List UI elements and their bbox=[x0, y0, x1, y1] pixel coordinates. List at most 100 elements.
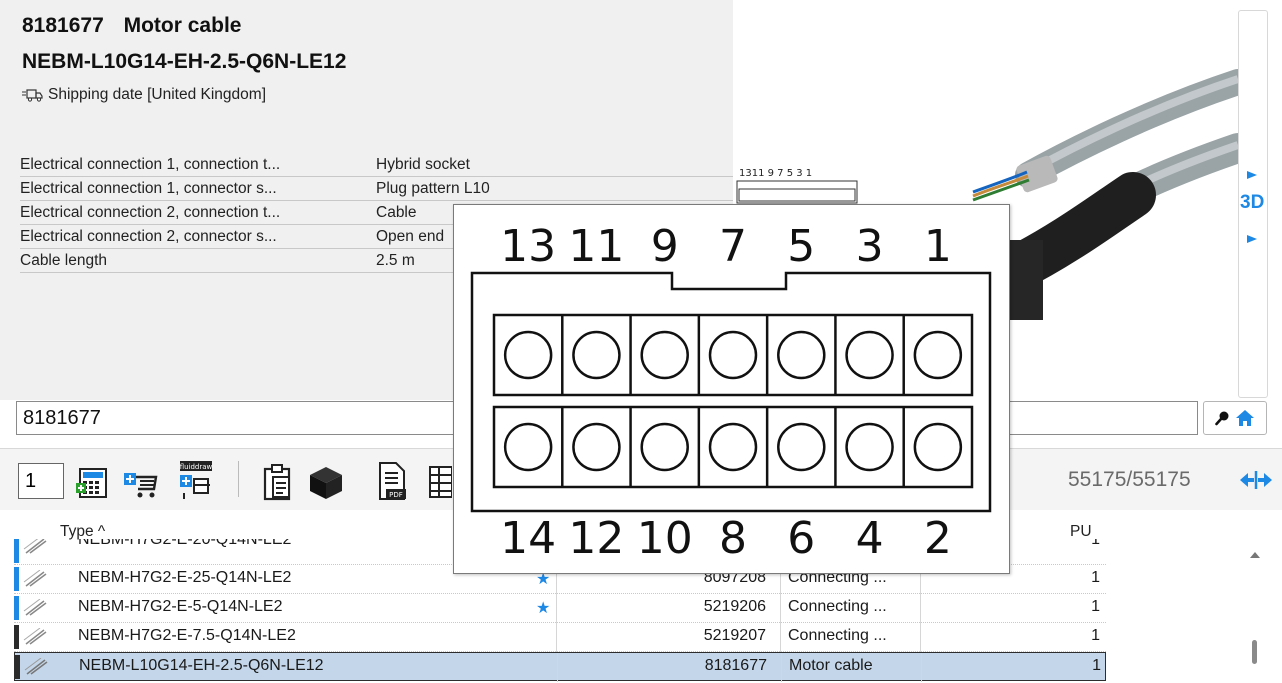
pin-number-label: 14 bbox=[500, 513, 556, 564]
add-to-cart-button[interactable] bbox=[122, 459, 162, 501]
pin-contact bbox=[503, 422, 553, 472]
scrollbar-thumb[interactable] bbox=[1252, 640, 1257, 664]
cad-model-button[interactable] bbox=[306, 459, 346, 501]
pdf-label: PDF bbox=[389, 491, 403, 499]
pdf-document-icon: PDF bbox=[379, 462, 406, 500]
toolbar-separator bbox=[238, 461, 239, 497]
table-view-button[interactable] bbox=[426, 459, 452, 501]
connector-pinout-popup: 13 11 9 7 5 3 1 14 12 10 8 6 4 2 bbox=[453, 204, 1010, 574]
property-key: Cable length bbox=[20, 251, 108, 269]
pin-contact bbox=[913, 422, 963, 472]
column-divider bbox=[780, 594, 781, 623]
row-pu: 1 bbox=[1091, 598, 1100, 615]
mini-pins-label: 1311 9 7 5 3 1 bbox=[739, 168, 812, 179]
table-row-selected[interactable]: NEBM-L10G14-EH-2.5-Q6N-LE12 8181677 Moto… bbox=[14, 652, 1106, 682]
property-value: Open end bbox=[376, 227, 445, 245]
row-part-number: 5219207 bbox=[703, 627, 766, 644]
property-key: Electrical connection 2, connection t... bbox=[20, 203, 281, 221]
property-value: 2.5 m bbox=[376, 251, 415, 269]
cable-icon bbox=[24, 658, 48, 675]
row-type: NEBM-H7G2-E-5-Q14N-LE2 bbox=[78, 598, 283, 615]
pin-contact bbox=[845, 330, 894, 380]
datasheet-button[interactable] bbox=[258, 459, 298, 501]
table-scrollbar[interactable] bbox=[1242, 540, 1268, 678]
clipboard-icon bbox=[263, 464, 291, 501]
pin-number-label: 3 bbox=[856, 221, 884, 272]
property-key: Electrical connection 1, connection t... bbox=[20, 155, 281, 173]
product-name: Motor cable bbox=[123, 14, 242, 37]
search-icon bbox=[1215, 411, 1229, 426]
row-description: Connecting ... bbox=[788, 598, 887, 615]
column-divider bbox=[921, 653, 922, 682]
row-type: NEBM-H7G2-E-20-Q14N-LE2 bbox=[78, 539, 292, 548]
quantity-input[interactable] bbox=[18, 463, 64, 499]
row-type: NEBM-L10G14-EH-2.5-Q6N-LE12 bbox=[79, 657, 324, 674]
truck-icon bbox=[22, 88, 44, 102]
property-key: Electrical connection 2, connector s... bbox=[20, 227, 277, 245]
table-row[interactable]: NEBM-H7G2-E-7.5-Q14N-LE2 5219207 Connect… bbox=[14, 623, 1106, 652]
cable-icon bbox=[23, 599, 47, 616]
add-to-list-button[interactable] bbox=[72, 459, 112, 501]
pin-number-label: 1 bbox=[924, 221, 952, 272]
property-row: Electrical connection 1, connection t...… bbox=[20, 153, 733, 177]
mini-pinout-diagram: 1311 9 7 5 3 1 bbox=[735, 165, 859, 205]
row-pu: 1 bbox=[1091, 569, 1100, 586]
expand-width-icon[interactable] bbox=[1236, 469, 1276, 491]
row-status-bar bbox=[14, 539, 19, 563]
property-key: Electrical connection 1, connector s... bbox=[20, 179, 277, 197]
calculator-icon bbox=[76, 468, 107, 498]
column-divider bbox=[920, 623, 921, 652]
row-description: Connecting ... bbox=[788, 627, 887, 644]
column-divider bbox=[780, 623, 781, 652]
pin-contact bbox=[503, 330, 553, 380]
row-pu: 1 bbox=[1092, 657, 1101, 674]
pin-contact bbox=[777, 422, 826, 472]
table-row[interactable]: NEBM-H7G2-E-5-Q14N-LE2 ★ 5219206 Connect… bbox=[14, 594, 1106, 623]
row-status-bar bbox=[14, 567, 19, 591]
home-icon bbox=[1236, 410, 1254, 426]
fluiddraw-label: fluiddraw bbox=[180, 463, 213, 471]
pin-contact bbox=[845, 422, 894, 472]
pin-number-label: 9 bbox=[651, 221, 679, 272]
favorite-star-icon[interactable]: ★ bbox=[536, 598, 550, 618]
property-value: Hybrid socket bbox=[376, 155, 470, 173]
fluiddraw-button[interactable]: fluiddraw bbox=[176, 459, 216, 501]
scroll-up-arrow-icon[interactable] bbox=[1250, 552, 1260, 558]
cart-add-icon bbox=[124, 473, 158, 498]
pin-number-label: 8 bbox=[719, 513, 747, 564]
row-status-bar bbox=[14, 625, 19, 649]
column-divider bbox=[781, 653, 782, 682]
pin-number-label: 10 bbox=[637, 513, 693, 564]
pin-number-label: 12 bbox=[568, 513, 624, 564]
pdf-button[interactable]: PDF bbox=[372, 459, 412, 501]
pin-number-label: 11 bbox=[568, 221, 624, 272]
row-type: NEBM-H7G2-E-25-Q14N-LE2 bbox=[78, 569, 292, 586]
property-value: Plug pattern L10 bbox=[376, 179, 490, 197]
next-image-arrow-icon[interactable] bbox=[1247, 171, 1257, 179]
product-title: 8181677 Motor cable bbox=[22, 14, 241, 38]
property-value: Cable bbox=[376, 203, 417, 221]
table-icon bbox=[429, 466, 452, 498]
search-button[interactable] bbox=[1203, 401, 1267, 435]
row-description: Motor cable bbox=[789, 657, 873, 674]
pin-number-label: 7 bbox=[719, 221, 747, 272]
property-row: Electrical connection 1, connector s... … bbox=[20, 177, 733, 201]
row-pu: 1 bbox=[1091, 627, 1100, 644]
view-3d-button[interactable]: 3D bbox=[1240, 192, 1264, 214]
pin-contact bbox=[572, 330, 621, 380]
row-part-number: 5219206 bbox=[703, 598, 766, 615]
pin-contact bbox=[640, 330, 689, 380]
column-divider bbox=[920, 594, 921, 623]
shipping-date-text: Shipping date [United Kingdom] bbox=[48, 86, 267, 103]
pin-contact bbox=[640, 422, 689, 472]
row-part-number: 8181677 bbox=[704, 657, 767, 674]
pin-number-label: 2 bbox=[924, 513, 952, 564]
pin-number-label: 5 bbox=[787, 221, 815, 272]
next-view-arrow-icon[interactable] bbox=[1247, 235, 1257, 243]
cable-icon bbox=[23, 570, 47, 587]
pin-contact bbox=[708, 330, 758, 380]
cube-icon bbox=[310, 467, 342, 499]
shipping-date-link[interactable]: Shipping date [United Kingdom] bbox=[22, 86, 266, 104]
product-type-code: NEBM-L10G14-EH-2.5-Q6N-LE12 bbox=[22, 50, 347, 73]
result-count: 55175/55175 bbox=[1068, 468, 1191, 491]
